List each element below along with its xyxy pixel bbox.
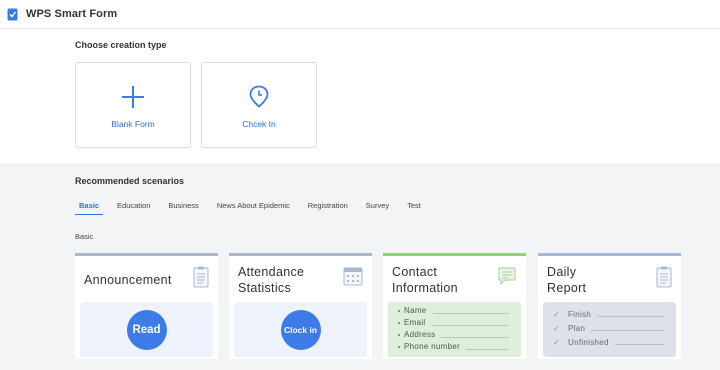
check-line [591, 330, 664, 331]
bullet-icon [398, 333, 400, 336]
template-title: Attendance Statistics [238, 264, 304, 296]
check-icon: ✓ [553, 309, 561, 319]
clipboard-icon [656, 266, 672, 293]
template-title-line2: Statistics [238, 281, 292, 295]
template-title-line1: Attendance [238, 265, 305, 279]
field-row: Name [398, 305, 509, 316]
tab-business[interactable]: Business [164, 201, 202, 215]
announcement-preview: Read [80, 302, 213, 357]
template-title-line2: Report [547, 281, 587, 295]
creation-section: Choose creation type Blank Form Chcek In [0, 29, 720, 163]
location-clock-icon [249, 85, 269, 109]
check-row: ✓ Finish [553, 308, 664, 320]
check-in-card[interactable]: Chcek In [201, 62, 317, 148]
daily-report-preview: ✓ Finish ✓ Plan ✓ Unfinished [543, 302, 676, 357]
scenario-tabs: Basic Education Business News About Epid… [75, 201, 435, 215]
template-title: Daily Report [547, 264, 586, 296]
app-title: WPS Smart Form [26, 8, 118, 20]
clock-in-button[interactable]: Clock in [280, 309, 321, 350]
check-label: Plan [568, 323, 586, 333]
contact-preview: Name Email Address Phone number [388, 302, 521, 357]
field-label: Phone number [404, 342, 461, 351]
bullet-icon [398, 309, 400, 312]
field-line [432, 312, 509, 314]
field-label: Name [404, 306, 427, 315]
check-row: ✓ Unfinished [553, 336, 664, 348]
app-header: WPS Smart Form [0, 0, 720, 29]
plus-icon [121, 85, 145, 109]
blank-form-label: Blank Form [111, 119, 155, 129]
blank-form-card[interactable]: Blank Form [75, 62, 191, 148]
template-title: Announcement [84, 273, 172, 287]
check-icon: ✓ [553, 337, 561, 347]
field-line [441, 336, 509, 338]
template-title-line2: Information [392, 281, 458, 295]
attendance-preview: Clock in [234, 302, 367, 357]
template-title: Contact Information [392, 264, 458, 296]
creation-title: Choose creation type [75, 40, 167, 50]
announcement-template-card[interactable]: Announcement Read [75, 253, 218, 359]
template-title-line1: Contact [392, 265, 438, 279]
tab-news-about-epidemic[interactable]: News About Epidemic [213, 201, 294, 215]
category-subhead: Basic [75, 232, 94, 241]
attendance-statistics-template-card[interactable]: Attendance Statistics Clock in [229, 253, 372, 359]
field-label: Address [404, 330, 436, 339]
tab-education[interactable]: Education [113, 201, 154, 215]
field-line [431, 324, 509, 326]
template-title-line1: Daily [547, 265, 577, 279]
check-row: ✓ Plan [553, 322, 664, 334]
check-label: Unfinished [568, 337, 609, 347]
tab-registration[interactable]: Registration [304, 201, 352, 215]
check-icon: ✓ [553, 323, 561, 333]
calendar-icon [343, 266, 363, 291]
recommended-title: Recommended scenarios [75, 176, 185, 186]
field-row: Email [398, 317, 509, 328]
daily-report-template-card[interactable]: Daily Report ✓ Finish ✓ Plan ✓ Unfinishe… [538, 253, 681, 359]
field-label: Email [404, 318, 426, 327]
chat-icon [497, 266, 517, 291]
check-line [597, 316, 664, 317]
tab-basic[interactable]: Basic [75, 201, 104, 215]
tab-survey[interactable]: Survey [362, 201, 393, 215]
check-line [614, 344, 664, 345]
field-line [466, 348, 509, 350]
bullet-icon [398, 321, 400, 324]
field-row: Address [398, 329, 509, 340]
clipboard-icon [193, 266, 209, 293]
field-row: Phone number [398, 341, 509, 352]
form-logo-icon [7, 8, 18, 21]
read-button[interactable]: Read [126, 309, 167, 350]
check-label: Finish [568, 309, 592, 319]
bullet-icon [398, 345, 400, 348]
contact-information-template-card[interactable]: Contact Information Name Email Address P… [383, 253, 526, 359]
check-in-label: Chcek In [242, 119, 276, 129]
tab-test[interactable]: Test [403, 201, 425, 215]
